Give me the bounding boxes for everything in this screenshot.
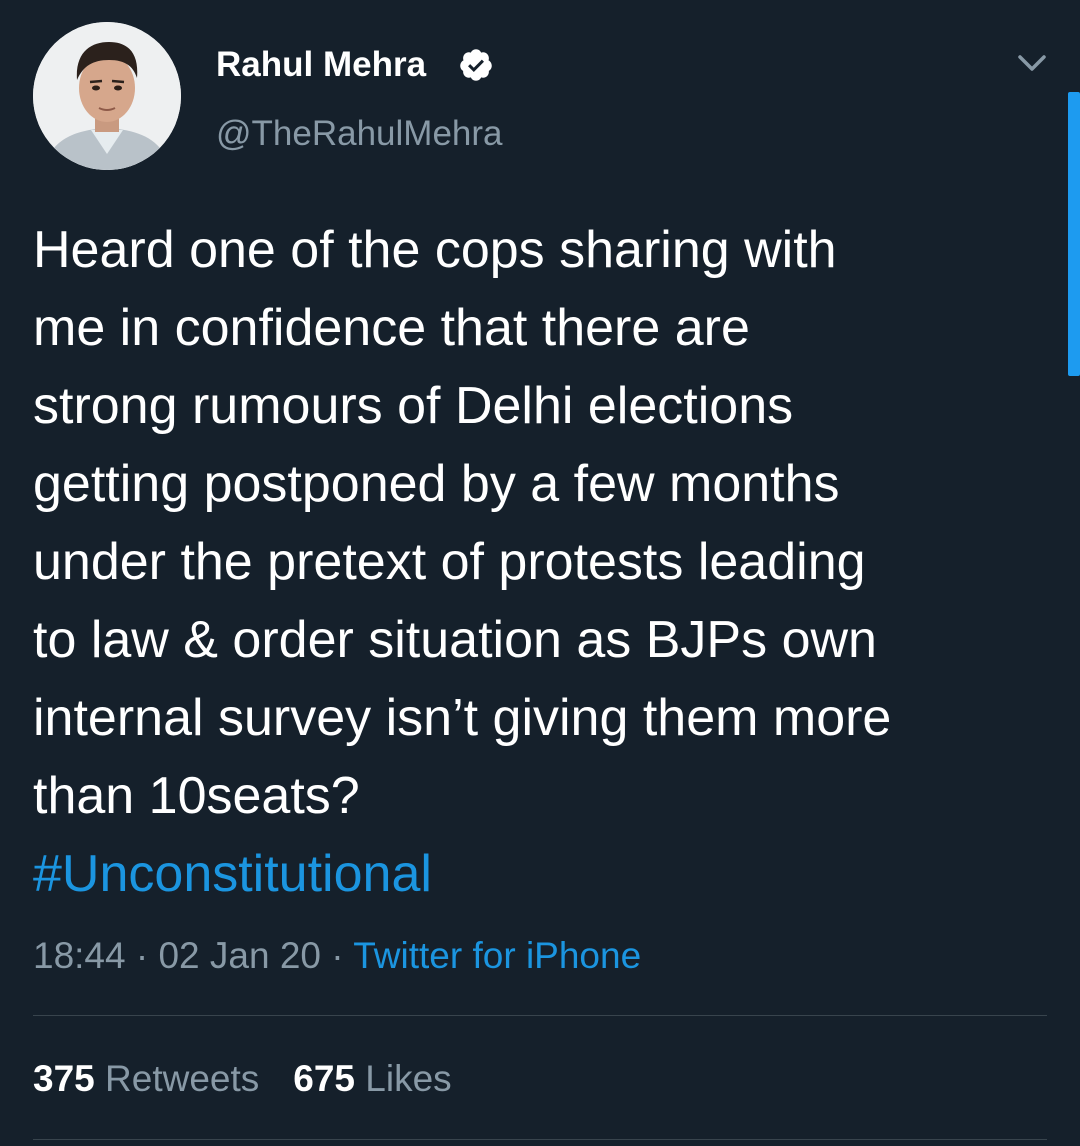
avatar-photo (33, 22, 181, 170)
tweet-time: 18:44 (33, 935, 126, 976)
retweets-label: Retweets (105, 1058, 260, 1099)
user-handle[interactable]: @TheRahulMehra (216, 113, 503, 155)
retweets-count: 375 (33, 1058, 95, 1099)
tweet-text-line: getting postponed by a few months (33, 455, 840, 513)
meta-separator: · (331, 935, 344, 976)
retweets-stat[interactable]: 375 Retweets (33, 1058, 259, 1099)
display-name[interactable]: Rahul Mehra (216, 44, 426, 86)
divider (33, 1139, 1047, 1140)
tweet-text: Heard one of the cops sharing with me in… (33, 211, 1058, 835)
tweet-text-line: to law & order situation as BJPs own (33, 611, 877, 669)
hashtag-link[interactable]: #Unconstitutional (33, 835, 432, 913)
tweet-text-line: Heard one of the cops sharing with (33, 221, 837, 279)
avatar[interactable] (33, 22, 181, 170)
meta-separator: · (135, 935, 149, 976)
divider (33, 1015, 1047, 1016)
verified-badge-icon (460, 49, 492, 81)
tweet-text-line: under the pretext of protests leading (33, 533, 866, 591)
tweet-text-line: than 10seats? (33, 767, 360, 825)
tweet-text-line: strong rumours of Delhi elections (33, 377, 794, 435)
tweet-text-line: internal survey isn’t giving them more (33, 689, 892, 747)
tweet-date: 02 Jan 20 (158, 935, 322, 976)
tweet-text-line: me in confidence that there are (33, 299, 750, 357)
likes-count: 675 (293, 1058, 355, 1099)
likes-stat[interactable]: 675 Likes (293, 1058, 451, 1099)
tweet-meta: 18:44 · 02 Jan 20 · Twitter for iPhone (33, 932, 641, 980)
tweet-source-link[interactable]: Twitter for iPhone (353, 935, 641, 976)
scrollbar[interactable] (1068, 92, 1080, 376)
tweet-stats: 375 Retweets 675 Likes (33, 1055, 452, 1103)
chevron-down-icon[interactable] (1012, 48, 1052, 78)
likes-label: Likes (365, 1058, 452, 1099)
